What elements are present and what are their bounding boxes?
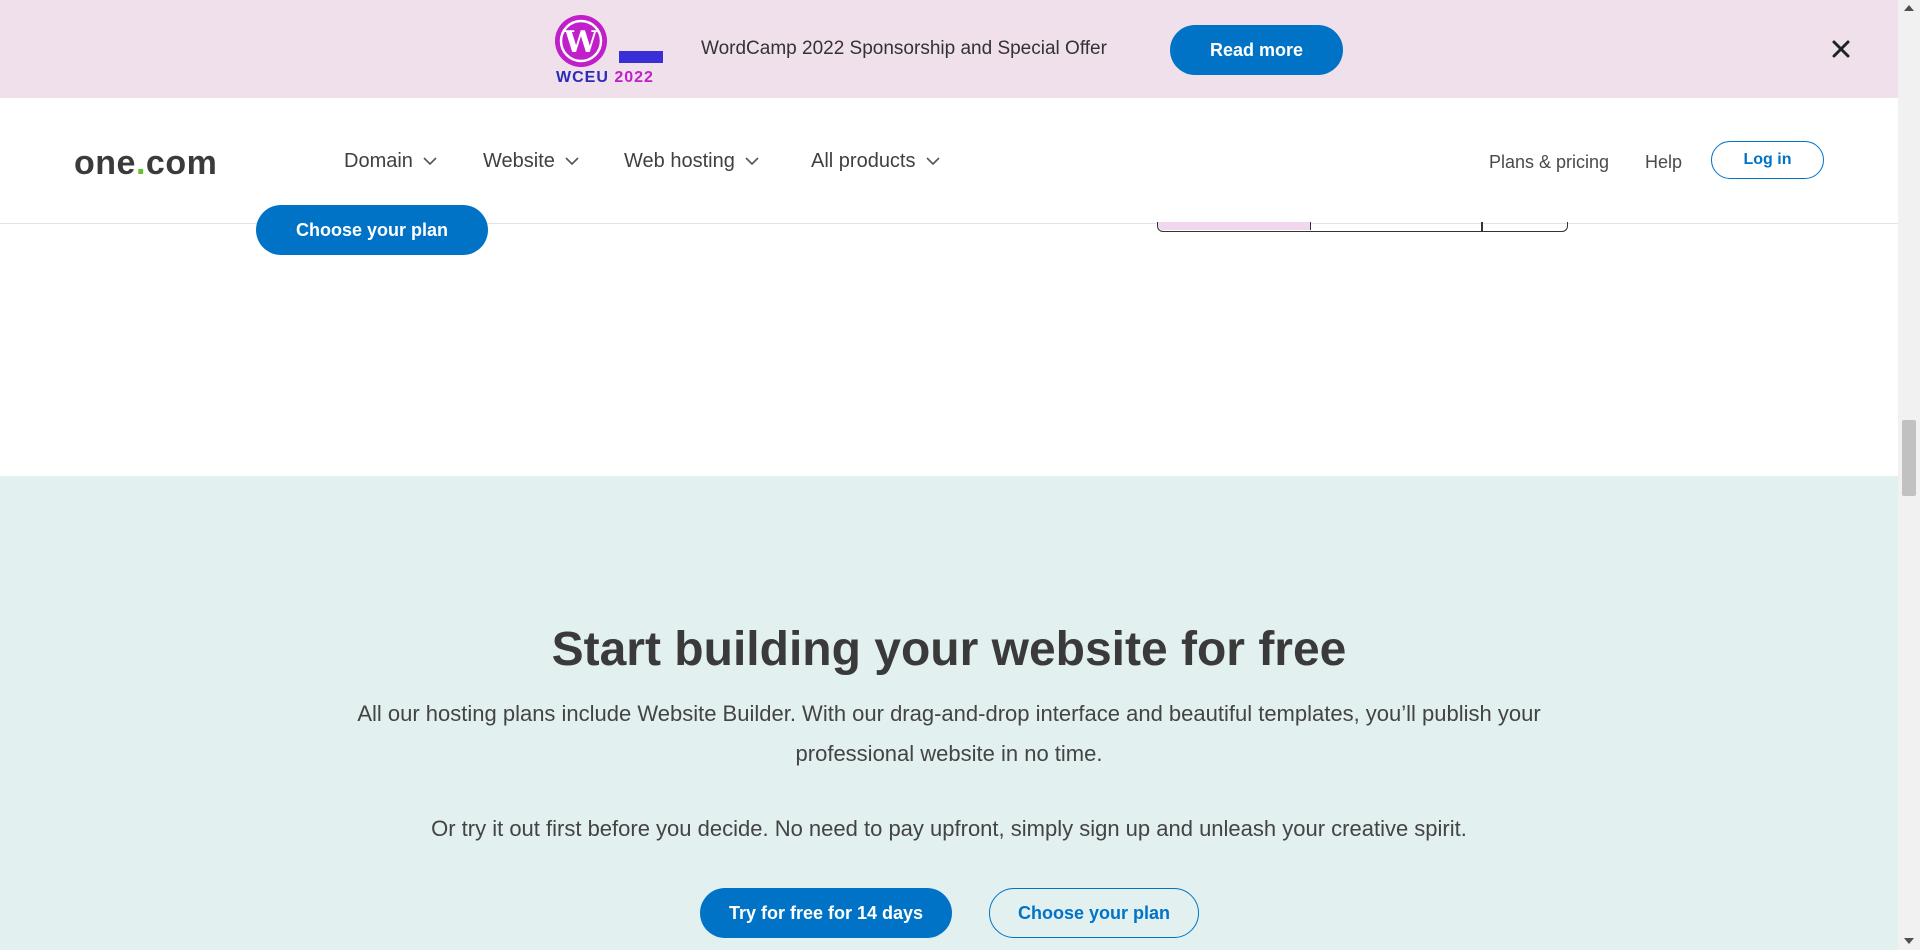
help-link[interactable]: Help <box>1645 152 1682 173</box>
section-paragraph: All our hosting plans include Website Bu… <box>357 701 1541 766</box>
logo-suffix: com <box>145 144 218 182</box>
nav-domain-label: Domain <box>344 150 413 172</box>
toggle-segment-selected <box>1158 222 1311 230</box>
nav-web-hosting[interactable]: Web hosting <box>624 150 759 173</box>
one-com-logo[interactable]: one.com <box>74 144 217 183</box>
wceu-label: WCEU 2022 <box>556 69 654 87</box>
wceu-text: WCEU <box>556 69 609 86</box>
nav-website-label: Website <box>483 150 555 172</box>
section-paragraph-2: Or try it out first before you decide. N… <box>431 816 1467 841</box>
nav-all-products-label: All products <box>811 150 916 172</box>
chevron-down-icon <box>745 157 759 166</box>
scrollbar-thumb[interactable] <box>1902 420 1916 496</box>
try-free-button[interactable]: Try for free for 14 days <box>700 888 952 938</box>
nav-all-products[interactable]: All products <box>811 150 940 173</box>
close-icon[interactable] <box>1830 38 1852 60</box>
login-button[interactable]: Log in <box>1711 141 1824 179</box>
choose-plan-button-top[interactable]: Choose your plan <box>256 205 488 255</box>
section-heading: Start building your website for free <box>551 623 1347 676</box>
svg-text:W: W <box>563 25 599 60</box>
nav-domain[interactable]: Domain <box>344 150 437 173</box>
plans-pricing-link[interactable]: Plans & pricing <box>1489 152 1609 173</box>
nav-web-hosting-label: Web hosting <box>624 150 735 172</box>
scroll-down-arrow-icon[interactable] <box>1904 937 1914 945</box>
wceu-year: 2022 <box>614 69 654 86</box>
vertical-scrollbar[interactable] <box>1898 0 1920 950</box>
nav-website[interactable]: Website <box>483 150 579 173</box>
choose-plan-button[interactable]: Choose your plan <box>989 888 1199 938</box>
promo-banner: W WCEU 2022 WordCamp 2022 Sponsorship an… <box>0 0 1898 98</box>
chevron-down-icon <box>423 157 437 166</box>
plan-toggle-remnant[interactable] <box>1157 222 1568 232</box>
logo-dot: . <box>135 144 146 182</box>
chevron-down-icon <box>925 157 940 166</box>
promo-text: WordCamp 2022 Sponsorship and Special Of… <box>701 38 1107 59</box>
scroll-up-arrow-icon[interactable] <box>1904 4 1914 12</box>
logo-text: one <box>74 144 136 182</box>
toggle-divider <box>1481 222 1483 231</box>
read-more-button[interactable]: Read more <box>1170 25 1343 75</box>
website-builder-section: Start building your website for free All… <box>0 476 1898 950</box>
chevron-down-icon <box>565 157 579 166</box>
